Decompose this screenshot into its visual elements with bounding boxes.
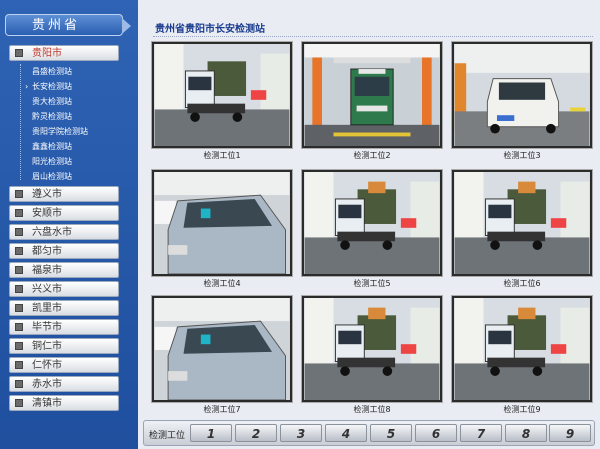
sedan-scene-icon <box>154 172 290 274</box>
city-label: 仁怀市 <box>32 360 62 371</box>
position-button-9[interactable]: 9 <box>549 424 591 442</box>
city-bullet-icon <box>15 266 23 274</box>
position-button-1[interactable]: 1 <box>190 424 232 442</box>
city-bullet-icon <box>15 399 23 407</box>
camera-view-7[interactable] <box>152 296 292 402</box>
camera-view-9[interactable] <box>452 296 592 402</box>
camera-view-5[interactable] <box>302 170 442 276</box>
position-button-4[interactable]: 4 <box>325 424 367 442</box>
camera-view-8[interactable] <box>302 296 442 402</box>
city-label: 清镇市 <box>32 398 62 409</box>
camera-caption: 检测工位9 <box>503 405 541 414</box>
city-bullet-icon <box>15 247 23 255</box>
station-item-changsheng[interactable]: 昌盛检测站 <box>32 66 72 78</box>
city-item-chishui[interactable]: 赤水市 <box>9 376 119 392</box>
city-item-kaili[interactable]: 凯里市 <box>9 300 119 316</box>
city-label: 都匀市 <box>32 246 62 257</box>
city-item-xingyi[interactable]: 兴义市 <box>9 281 119 297</box>
camera-caption: 检测工位2 <box>353 151 391 160</box>
city-bullet-icon <box>15 380 23 388</box>
city-label: 福泉市 <box>32 265 62 276</box>
camera-view-6[interactable] <box>452 170 592 276</box>
city-item-fuquan[interactable]: 福泉市 <box>9 262 119 278</box>
truck-scene-icon <box>154 44 290 146</box>
city-bullet-icon <box>15 228 23 236</box>
city-bullet-icon <box>15 304 23 312</box>
city-label: 凯里市 <box>32 303 62 314</box>
camera-view-1[interactable] <box>152 42 292 148</box>
city-bullet-icon <box>15 209 23 217</box>
city-bullet-icon <box>15 49 23 57</box>
city-bullet-icon <box>15 361 23 369</box>
station-item-yangguang[interactable]: 阳光检测站 <box>32 156 72 168</box>
page-title: 贵州省贵阳市长安检测站 <box>155 24 265 35</box>
camera-caption: 检测工位5 <box>353 279 391 288</box>
city-item-renhuai[interactable]: 仁怀市 <box>9 357 119 373</box>
camera-caption: 检测工位3 <box>503 151 541 160</box>
camera-caption: 检测工位1 <box>203 151 241 160</box>
city-label: 遵义市 <box>32 189 62 200</box>
city-label: 铜仁市 <box>32 341 62 352</box>
camera-caption: 检测工位7 <box>203 405 241 414</box>
camera-caption: 检测工位8 <box>353 405 391 414</box>
sedan-scene-icon <box>154 298 290 400</box>
truck-scene-icon <box>304 298 440 400</box>
city-item-duyun[interactable]: 都匀市 <box>9 243 119 259</box>
station-item-guida[interactable]: 贵大检测站 <box>32 96 72 108</box>
city-bullet-icon <box>15 190 23 198</box>
station-item-meishan[interactable]: 眉山检测站 <box>32 171 72 183</box>
position-bar-label: 检测工位 <box>149 431 186 441</box>
truck-scene-icon <box>454 172 590 274</box>
city-item-liupanshui[interactable]: 六盘水市 <box>9 224 119 240</box>
sidebar: 贵州省 贵阳市 昌盛检测站 长安检测站 贵大检测站 黔灵检测站 贵阳学院检测站 … <box>0 0 138 449</box>
city-label: 六盘水市 <box>32 227 72 238</box>
city-label: 毕节市 <box>32 322 62 333</box>
city-item-anshun[interactable]: 安顺市 <box>9 205 119 221</box>
station-item-changan[interactable]: 长安检测站 <box>25 81 72 93</box>
bus-scene-icon <box>304 44 440 146</box>
city-label: 兴义市 <box>32 284 62 295</box>
city-label: 贵阳市 <box>32 48 62 59</box>
station-item-guiyang-college[interactable]: 贵阳学院检测站 <box>32 126 88 138</box>
position-selector-bar: 检测工位 1 2 3 4 5 6 7 8 9 <box>143 420 595 446</box>
province-header[interactable]: 贵州省 <box>5 14 131 36</box>
camera-caption: 检测工位4 <box>203 279 241 288</box>
city-item-qingzhen[interactable]: 清镇市 <box>9 395 119 411</box>
city-item-tongren[interactable]: 铜仁市 <box>9 338 119 354</box>
minicar-scene-icon <box>454 44 590 146</box>
city-bullet-icon <box>15 285 23 293</box>
city-label: 安顺市 <box>32 208 62 219</box>
camera-view-2[interactable] <box>302 42 442 148</box>
truck-scene-icon <box>304 172 440 274</box>
truck-scene-icon <box>454 298 590 400</box>
title-divider <box>153 36 593 37</box>
position-button-6[interactable]: 6 <box>415 424 457 442</box>
position-button-7[interactable]: 7 <box>460 424 502 442</box>
city-item-bijie[interactable]: 毕节市 <box>9 319 119 335</box>
camera-view-4[interactable] <box>152 170 292 276</box>
city-bullet-icon <box>15 342 23 350</box>
city-item-zunyi[interactable]: 遵义市 <box>9 186 119 202</box>
city-label: 赤水市 <box>32 379 62 390</box>
camera-view-3[interactable] <box>452 42 592 148</box>
position-button-5[interactable]: 5 <box>370 424 412 442</box>
station-list: 昌盛检测站 长安检测站 贵大检测站 黔灵检测站 贵阳学院检测站 鑫鑫检测站 阳光… <box>0 62 138 182</box>
position-button-2[interactable]: 2 <box>235 424 277 442</box>
camera-caption: 检测工位6 <box>503 279 541 288</box>
station-item-xinxin[interactable]: 鑫鑫检测站 <box>32 141 72 153</box>
city-item-guiyang[interactable]: 贵阳市 <box>9 45 119 61</box>
station-item-qianling[interactable]: 黔灵检测站 <box>32 111 72 123</box>
position-button-3[interactable]: 3 <box>280 424 322 442</box>
city-bullet-icon <box>15 323 23 331</box>
position-button-8[interactable]: 8 <box>505 424 547 442</box>
